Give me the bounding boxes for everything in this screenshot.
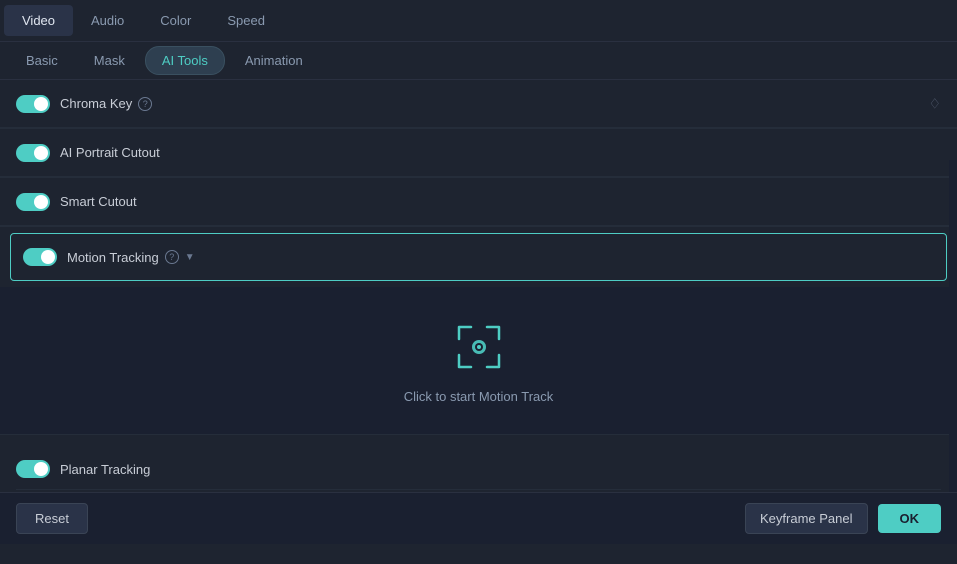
- motion-track-label: Click to start Motion Track: [404, 389, 554, 404]
- chroma-key-help-icon[interactable]: ?: [138, 97, 152, 111]
- ai-portrait-toggle[interactable]: [16, 144, 50, 162]
- tab-basic[interactable]: Basic: [10, 47, 74, 74]
- motion-tracking-help-icon[interactable]: ?: [165, 250, 179, 264]
- smart-cutout-label: Smart Cutout: [60, 194, 137, 209]
- motion-track-icon: [449, 317, 509, 377]
- keyframe-panel-button[interactable]: Keyframe Panel: [745, 503, 868, 534]
- ai-portrait-label: AI Portrait Cutout: [60, 145, 160, 160]
- ai-portrait-row: AI Portrait Cutout: [0, 129, 957, 177]
- tab-audio[interactable]: Audio: [73, 5, 142, 36]
- sub-tab-bar: Basic Mask AI Tools Animation: [0, 42, 957, 80]
- motion-track-section[interactable]: Click to start Motion Track: [0, 287, 957, 434]
- bottom-right-actions: Keyframe Panel OK: [745, 503, 941, 534]
- smart-cutout-row: Smart Cutout: [0, 178, 957, 226]
- tab-color[interactable]: Color: [142, 5, 209, 36]
- smart-cutout-toggle[interactable]: [16, 193, 50, 211]
- planar-tracking-row: Planar Tracking: [16, 449, 941, 489]
- tab-mask[interactable]: Mask: [78, 47, 141, 74]
- motion-tracking-chevron-icon: ▼: [185, 252, 195, 263]
- chroma-key-label: Chroma Key ?: [60, 96, 152, 111]
- tab-video[interactable]: Video: [4, 5, 73, 36]
- top-tab-bar: Video Audio Color Speed: [0, 0, 957, 42]
- chroma-key-toggle[interactable]: [16, 95, 50, 113]
- planar-tracking-toggle[interactable]: [16, 460, 50, 478]
- tab-animation[interactable]: Animation: [229, 47, 319, 74]
- chroma-key-row: Chroma Key ? ♢: [0, 80, 957, 128]
- ok-button[interactable]: OK: [878, 504, 942, 533]
- tab-speed[interactable]: Speed: [209, 5, 283, 36]
- tab-ai-tools[interactable]: AI Tools: [145, 46, 225, 75]
- planar-tracking-label: Planar Tracking: [60, 462, 150, 477]
- bottom-bar: Reset Keyframe Panel OK: [0, 492, 957, 544]
- main-content: Chroma Key ? ♢ AI Portrait Cutout Smart …: [0, 80, 957, 544]
- scrollbar[interactable]: [949, 160, 957, 492]
- motion-tracking-label: Motion Tracking ? ▼: [67, 250, 195, 265]
- motion-tracking-toggle[interactable]: [23, 248, 57, 266]
- motion-tracking-row: Motion Tracking ? ▼: [10, 233, 947, 281]
- reset-button[interactable]: Reset: [16, 503, 88, 534]
- chroma-key-diamond-icon[interactable]: ♢: [928, 95, 941, 112]
